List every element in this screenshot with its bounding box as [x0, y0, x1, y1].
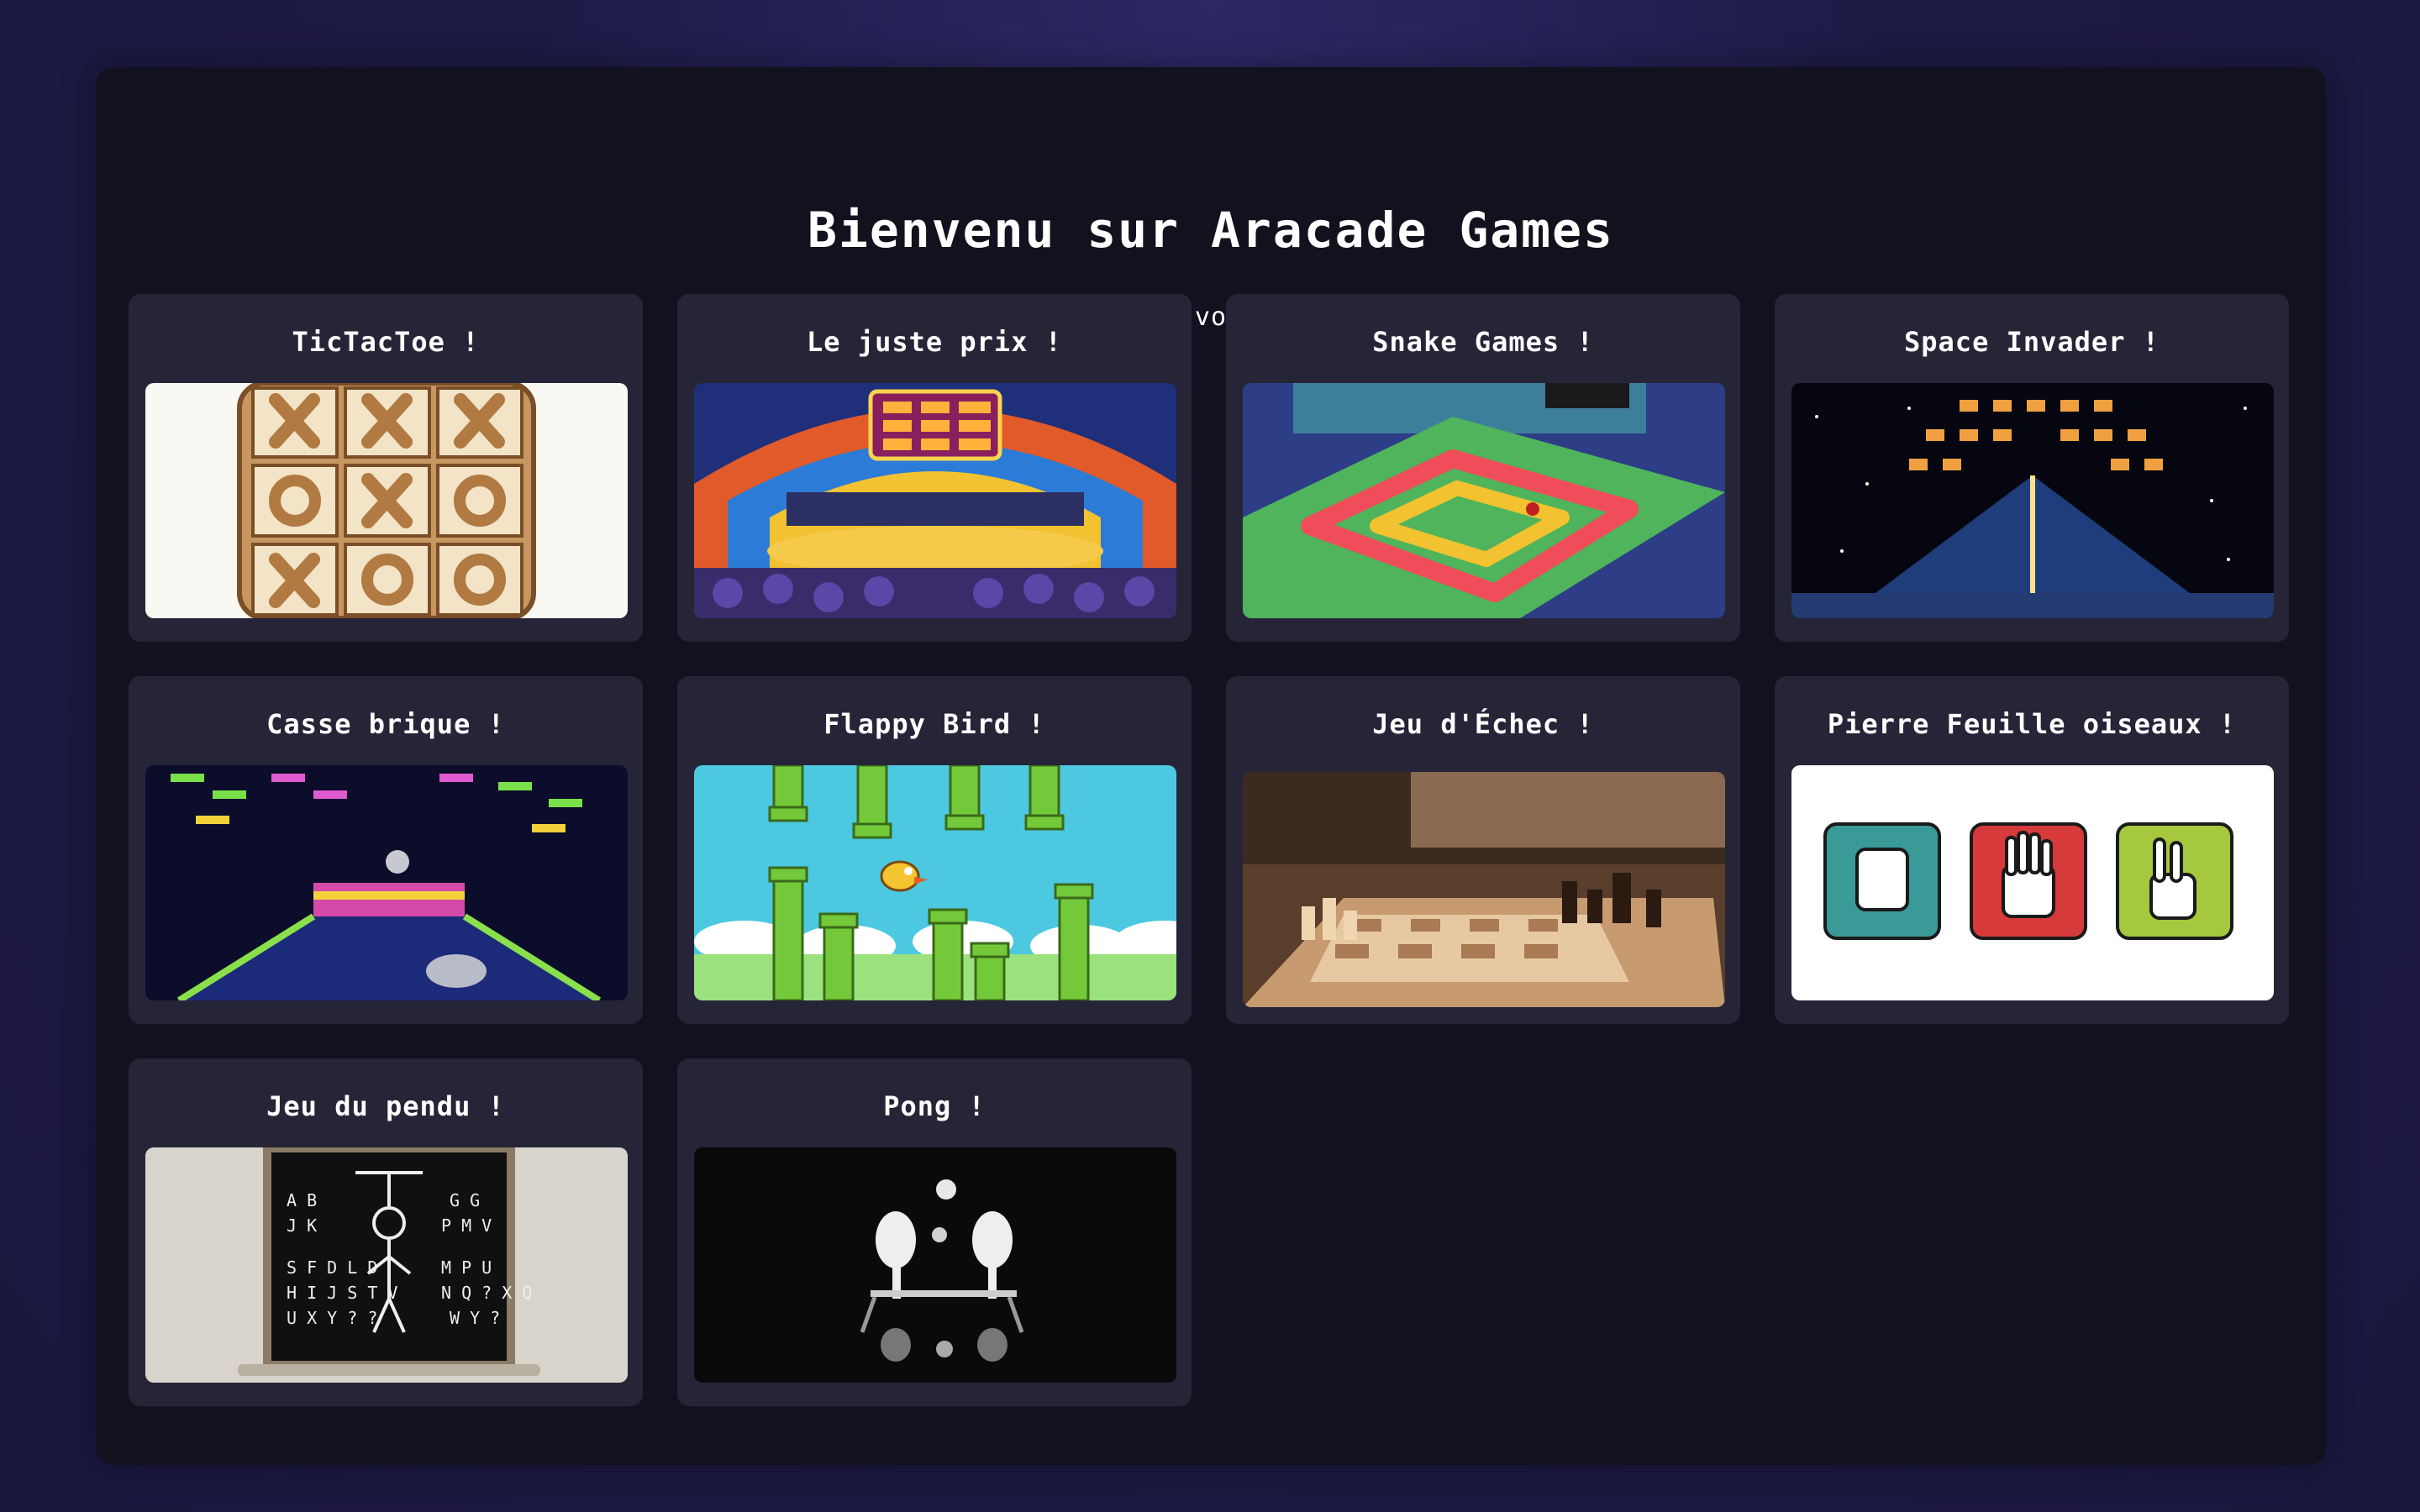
game-card-title: Jeu d'Échec ! [1372, 708, 1594, 740]
game-card-juste-prix[interactable]: Le juste prix ! [677, 294, 1192, 642]
svg-text:H I J S T V: H I J S T V [287, 1283, 397, 1303]
pong-paddles-image[interactable] [694, 1147, 1176, 1383]
game-card-pierre-feuille[interactable]: Pierre Feuille oiseaux ! [1775, 676, 2289, 1024]
page-title: Bienvenu sur Aracade Games [808, 202, 1614, 259]
game-card-title: Casse brique ! [266, 708, 505, 740]
game-card-title: Pong ! [883, 1090, 986, 1122]
game-card-echec[interactable]: Jeu d'Échec ! [1226, 676, 1740, 1024]
game-card-title: Le juste prix ! [807, 326, 1062, 358]
svg-text:W Y ?: W Y ? [450, 1308, 500, 1328]
game-card-snake[interactable]: Snake Games ! [1226, 294, 1740, 642]
game-card-pong[interactable]: Pong ! [677, 1058, 1192, 1406]
svg-text:M P U: M P U [441, 1257, 492, 1278]
snake-grid-image[interactable] [1243, 383, 1725, 618]
chess-board-image[interactable] [1243, 772, 1725, 1007]
svg-text:J K: J K [287, 1215, 317, 1236]
svg-text:A B: A B [287, 1190, 317, 1210]
game-card-title: Snake Games ! [1372, 326, 1594, 358]
main-panel: Bienvenu sur Aracade Games Choisissez vo… [96, 67, 2326, 1465]
game-card-title: Space Invader ! [1904, 326, 2160, 358]
brick-breaker-image[interactable] [145, 765, 628, 1000]
game-card-title: Pierre Feuille oiseaux ! [1827, 708, 2237, 740]
game-card-casse-brique[interactable]: Casse brique ! [129, 676, 643, 1024]
game-card-pendu[interactable]: Jeu du pendu ! A B J K S F D L D H I J S T … [129, 1058, 643, 1406]
tictactoe-board-image[interactable] [145, 383, 628, 618]
game-show-stage-image[interactable] [694, 383, 1176, 618]
svg-text:N Q ? X Q: N Q ? X Q [441, 1283, 532, 1303]
game-card-title: Flappy Bird ! [823, 708, 1045, 740]
flappy-bird-pipes-image[interactable] [694, 765, 1176, 1000]
svg-text:P M V: P M V [441, 1215, 492, 1236]
game-card-title: Jeu du pendu ! [266, 1090, 505, 1122]
svg-text:S F D L D: S F D L D [287, 1257, 377, 1278]
game-card-title: TicTacToe ! [292, 326, 480, 358]
svg-text:G G: G G [450, 1190, 480, 1210]
hangman-chalkboard-image[interactable]: A B J K S F D L D H I J S T V U X Y ? ? G G P… [145, 1147, 628, 1383]
space-invaders-image[interactable] [1791, 383, 2274, 618]
rock-paper-scissors-hands-image[interactable] [1791, 765, 2274, 1000]
game-card-tictactoe[interactable]: TicTacToe ! [129, 294, 643, 642]
game-card-flappy-bird[interactable]: Flappy Bird ! [677, 676, 1192, 1024]
game-card-space-invader[interactable]: Space Invader ! [1775, 294, 2289, 642]
svg-text:U X Y ? ?: U X Y ? ? [287, 1308, 377, 1328]
